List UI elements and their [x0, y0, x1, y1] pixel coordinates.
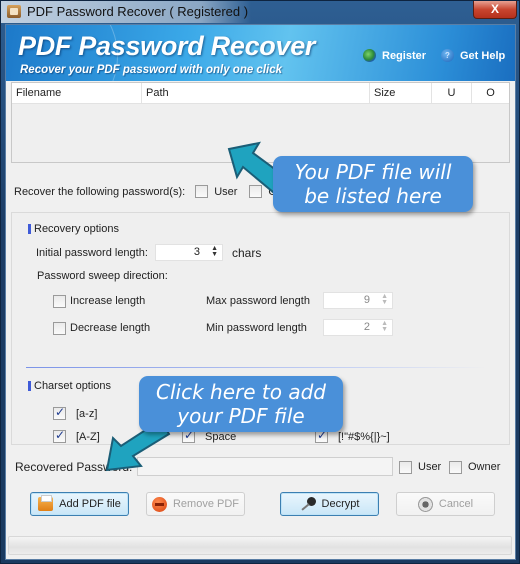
app-icon: [7, 5, 21, 18]
cancel-button[interactable]: Cancel: [396, 492, 495, 516]
column-header-u[interactable]: U: [432, 83, 472, 103]
spinner-arrows-icon[interactable]: ▲ ▼: [381, 293, 388, 306]
recover-user-checkbox[interactable]: [195, 185, 209, 198]
recovered-password-field[interactable]: [137, 457, 393, 476]
remove-icon: [151, 496, 167, 512]
increase-length-checkbox[interactable]: [53, 295, 66, 308]
progress-bar: [8, 536, 512, 555]
get-help-link[interactable]: ? Get Help: [441, 49, 505, 62]
initial-length-spinner[interactable]: 3 ▲ ▼: [155, 244, 223, 261]
stop-icon: [417, 496, 433, 512]
increase-length-label: Increase length: [70, 295, 146, 307]
charset-symbols-label: [!"#$%{|}~]: [338, 431, 390, 443]
banner-subtitle: Recover your PDF password with only one …: [20, 64, 283, 76]
globe-icon: [363, 49, 376, 62]
add-pdf-button[interactable]: Add PDF file: [30, 492, 129, 516]
column-header-size[interactable]: Size: [370, 83, 432, 103]
get-help-label: Get Help: [460, 49, 506, 62]
client-area: PDF Password Recover Recover your PDF pa…: [5, 24, 516, 560]
max-length-spinner[interactable]: 9 ▲ ▼: [323, 292, 393, 309]
add-hint-callout: Click here to add your PDF file: [139, 376, 343, 432]
sweep-direction-label: Password sweep direction:: [37, 270, 168, 282]
decrease-length-label: Decrease length: [70, 322, 151, 334]
register-link[interactable]: Register: [363, 49, 426, 62]
app-window: PDF Password Recover ( Registered ) X PD…: [0, 0, 520, 564]
list-hint-callout: You PDF file will be listed here: [273, 156, 473, 212]
banner-title: PDF Password Recover: [18, 31, 316, 61]
remove-pdf-button[interactable]: Remove PDF: [146, 492, 245, 516]
min-length-label: Min password length: [206, 322, 307, 334]
recovery-options-heading: Recovery options: [28, 223, 119, 235]
charset-space-label: Space: [205, 431, 237, 443]
column-header-path[interactable]: Path: [142, 83, 370, 103]
spinner-arrows-icon[interactable]: ▲ ▼: [381, 320, 388, 333]
recovered-owner-label: Owner: [468, 461, 501, 473]
key-icon: [300, 497, 316, 511]
folder-icon: [38, 495, 54, 511]
charset-lowercase-label: [a-z]: [76, 408, 98, 420]
decrease-length-checkbox[interactable]: [53, 322, 66, 335]
recovered-user-checkbox[interactable]: [399, 461, 412, 474]
column-header-filename[interactable]: Filename: [12, 83, 142, 103]
section-divider: [26, 367, 486, 368]
charset-uppercase-checkbox[interactable]: [53, 428, 66, 443]
recover-label: Recover the following password(s):: [14, 185, 186, 198]
decrypt-button[interactable]: Decrypt: [280, 492, 379, 516]
chars-label: chars: [232, 246, 262, 260]
charset-options-heading: Charset options: [28, 380, 111, 392]
charset-lowercase-checkbox[interactable]: [53, 405, 66, 420]
register-label: Register: [382, 49, 427, 62]
close-button[interactable]: X: [473, 1, 517, 19]
recovered-user-label: User: [418, 461, 442, 473]
column-header-o[interactable]: O: [472, 83, 509, 103]
header-banner: PDF Password Recover Recover your PDF pa…: [6, 25, 515, 81]
window-title: PDF Password Recover ( Registered ): [27, 4, 249, 19]
charset-uppercase-label: [A-Z]: [76, 431, 100, 443]
help-icon: ?: [441, 49, 454, 62]
min-length-spinner[interactable]: 2 ▲ ▼: [323, 319, 393, 336]
max-length-label: Max password length: [206, 295, 310, 307]
title-bar[interactable]: PDF Password Recover ( Registered ) X: [1, 1, 520, 23]
initial-length-label: Initial password length:: [36, 247, 148, 259]
recovered-owner-checkbox[interactable]: [449, 461, 462, 474]
spinner-arrows-icon[interactable]: ▲ ▼: [211, 245, 218, 258]
table-header: Filename Path Size U O: [12, 83, 509, 104]
